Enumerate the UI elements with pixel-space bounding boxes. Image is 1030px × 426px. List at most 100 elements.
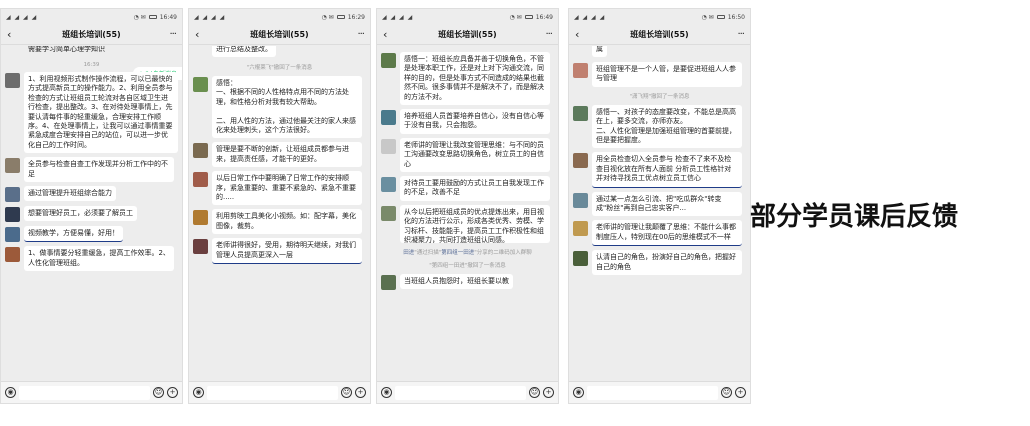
input-bar: ◉ ☺ + [1,381,182,403]
message-bubble[interactable]: 当班组人员抱怨时，班组长要以教 [400,273,513,290]
message-bubble[interactable]: 管理是要不断的创新，让班组成员都参与进来，提高责任感，才能干的更好。 [212,142,362,168]
plus-icon[interactable]: + [355,387,366,398]
input-bar: ◉ ☺ + [189,381,370,403]
avatar[interactable] [573,192,588,208]
message-bubble[interactable]: 利用剪映工具美化小视频。如：配字幕，美化图像，裁剪。 [212,209,362,235]
avatar[interactable] [573,63,588,78]
message-bubble[interactable]: 老师讲的管理让我颠覆了思维：不能什么事都制度压人，特别现在00后的思维模式不一样 [592,220,742,247]
avatar[interactable] [573,251,588,267]
more-icon[interactable]: ··· [734,29,745,40]
message-bubble[interactable]: 视频教学，方便易懂，好用！ [24,226,123,243]
headline: 部分学员课后反馈 [750,202,959,232]
avatar[interactable] [573,105,588,121]
status-icons: ◔ ✉ [701,13,714,21]
voice-icon[interactable]: ◉ [5,387,16,398]
message-bubble[interactable]: 对待员工要用鼓励的方式让员工自我发现工作的不足，改善不足 [400,176,550,201]
message-bubble[interactable]: 感悟一：班组长应具备并善于切换角色，不管是处理本职工作，还是对上对下沟通交流，同… [400,52,550,106]
message-bubble[interactable]: 想要管理好员工，必须要了解员工 [24,206,137,222]
voice-icon[interactable]: ◉ [573,387,584,398]
phone-screen-1: ◢ ◢ ◢ ◢ ◔ ✉16:49 ‹ 班组长培训(55) ··· ↑ 24条新消… [0,8,183,404]
avatar[interactable] [193,172,208,188]
list-item: 利用剪映工具美化小视频。如：配字幕，美化图像，裁剪。 [193,209,366,235]
voice-icon[interactable]: ◉ [193,387,204,398]
more-icon[interactable]: ··· [166,29,177,40]
message-input[interactable] [395,385,526,400]
avatar[interactable] [5,73,20,88]
avatar[interactable] [5,227,20,243]
emoji-icon[interactable]: ☺ [153,387,164,398]
message-bubble[interactable]: 感悟一、对孩子的态度要改变，不能总是高高在上，要多交流，亦师亦友。 二、人性化管… [592,104,742,149]
message-bubble[interactable]: 培养班组人员首要培养自信心，没有自信心等于没有自我，只会抱怨。 [400,109,550,134]
clock: 16:50 [727,13,745,21]
message-input[interactable] [207,385,338,400]
message-input[interactable] [19,385,150,400]
chat-header: ‹ 班组长培训(55) ··· [569,25,750,45]
message-bubble[interactable]: 全员参与检查自查工作发现并分析工作中的不足 [24,157,174,183]
more-icon[interactable]: ··· [542,29,553,40]
user-link[interactable]: 田进 [403,250,414,256]
message-fragment: 需要学习简单心理学知识 [28,46,105,53]
avatar[interactable] [381,274,396,290]
message-bubble[interactable]: 通过某一点怎么引流、把"吃瓜群众"转变成"粉丝"再到自己忠实客户... [592,191,742,217]
phone-screen-3: ◢ ◢ ◢ ◢ ◔ ✉ 16:49 ‹ 班组长培训(55) ··· 感悟一：班组长… [376,8,559,404]
user-link[interactable]: 第四组一田进 [441,250,474,256]
message-bubble[interactable]: 班组管理不是一个人管，是要促进班组人人参与管理 [592,62,742,87]
chat-title: 班组长培训(55) [62,30,121,39]
voice-icon[interactable]: ◉ [381,387,392,398]
avatar[interactable] [5,158,20,174]
avatar[interactable] [5,207,20,223]
chat-header: ‹ 班组长培训(55) ··· [189,25,370,45]
avatar[interactable] [573,153,588,169]
avatar[interactable] [573,221,588,237]
avatar[interactable] [381,138,396,154]
list-item: 老师讲的管理让我改变管理思维：与不同的员工沟通要改变思路切换角色，树立员工的自信… [381,137,554,173]
avatar[interactable] [193,239,208,255]
avatar[interactable] [381,110,396,126]
message-bubble[interactable]: 感悟： 一、根据不同的人性格特点用不同的方法处理，和性格分析对我有较大帮助。 二… [212,76,362,139]
avatar[interactable] [381,53,396,68]
status-icons: ◔ ✉ [321,13,334,21]
status-bar: ◢ ◢ ◢ ◢ ◔ ✉ 16:29 [189,9,370,25]
list-item: 属 [573,46,746,58]
avatar[interactable] [5,187,20,203]
message-bubble[interactable]: 以后日常工作中要明确了日常工作的安排顺序，紧急重要的、重要不紧急的、紧急不重要的… [212,171,362,206]
message-bubble[interactable]: 从今以后把班组成员的优点提炼出来，用目视化的方法进行公示，形成各类优秀、劳模、学… [400,204,550,243]
message-bubble[interactable]: 老师讲得很好，受用，期待明天继续，对我们管理人员提高更深入一层 [212,238,362,265]
message-bubble[interactable]: 通过管理提升班组综合能力 [24,186,116,202]
emoji-icon[interactable]: ☺ [529,387,540,398]
emoji-icon[interactable]: ☺ [721,387,732,398]
phone-screen-4: ◢ ◢ ◢ ◢ ◔ ✉ 16:50 ‹ 班组长培训(55) ··· 属 班组管理不… [568,8,751,404]
system-notice: "第四组一田进"撤回了一条消息 [429,262,506,269]
plus-icon[interactable]: + [735,387,746,398]
emoji-icon[interactable]: ☺ [341,387,352,398]
message-bubble[interactable]: 老师讲的管理让我改变管理思维：与不同的员工沟通要改变思路切换角色，树立员工的自信… [400,137,550,173]
back-icon[interactable]: ‹ [575,28,585,41]
list-item: 管理是要不断的创新，让班组成员都参与进来，提高责任感，才能干的更好。 [193,142,366,168]
avatar[interactable] [193,77,208,92]
list-item: 以后日常工作中要明确了日常工作的安排顺序，紧急重要的、重要不紧急的、紧急不重要的… [193,171,366,206]
chat-header: ‹ 班组长培训(55) ··· [377,25,558,45]
message-bubble[interactable]: 1、做事情要分轻重缓急，提高工作效率。2、人性化管理班组。 [24,246,174,272]
clock: 16:49 [159,13,177,21]
chat-list: 进行总结及整改。 "六棍莱飞"撤回了一条消息 感悟： 一、根据不同的人性格特点用… [189,46,370,381]
message-fragment: 属 [592,46,607,58]
avatar[interactable] [193,143,208,159]
more-icon[interactable]: ··· [354,29,365,40]
avatar[interactable] [193,210,208,226]
plus-icon[interactable]: + [167,387,178,398]
avatar[interactable] [5,247,20,263]
back-icon[interactable]: ‹ [7,28,17,41]
status-icons: ◔ ✉ [133,13,146,21]
message-bubble[interactable]: 用全员检查切入全员参与 检查不了来不及检查目视化放在所有人面前 分析员工性格针对… [592,152,742,188]
avatar[interactable] [381,205,396,221]
input-bar: ◉ ☺ + [569,381,750,403]
avatar[interactable] [381,177,396,193]
status-icons: ◔ ✉ [509,13,522,21]
message-input[interactable] [587,385,718,400]
back-icon[interactable]: ‹ [195,28,205,41]
plus-icon[interactable]: + [543,387,554,398]
message-bubble[interactable]: 认清自己的角色，扮演好自己的角色，把握好自己的角色 [592,250,742,276]
message-bubble[interactable]: 1、利用视频形式制作操作流程，可以已最快的方式提高新员工的操作能力。2、利用全员… [24,72,178,154]
back-icon[interactable]: ‹ [383,28,393,41]
status-bar: ◢ ◢ ◢ ◢ ◔ ✉ 16:50 [569,9,750,25]
